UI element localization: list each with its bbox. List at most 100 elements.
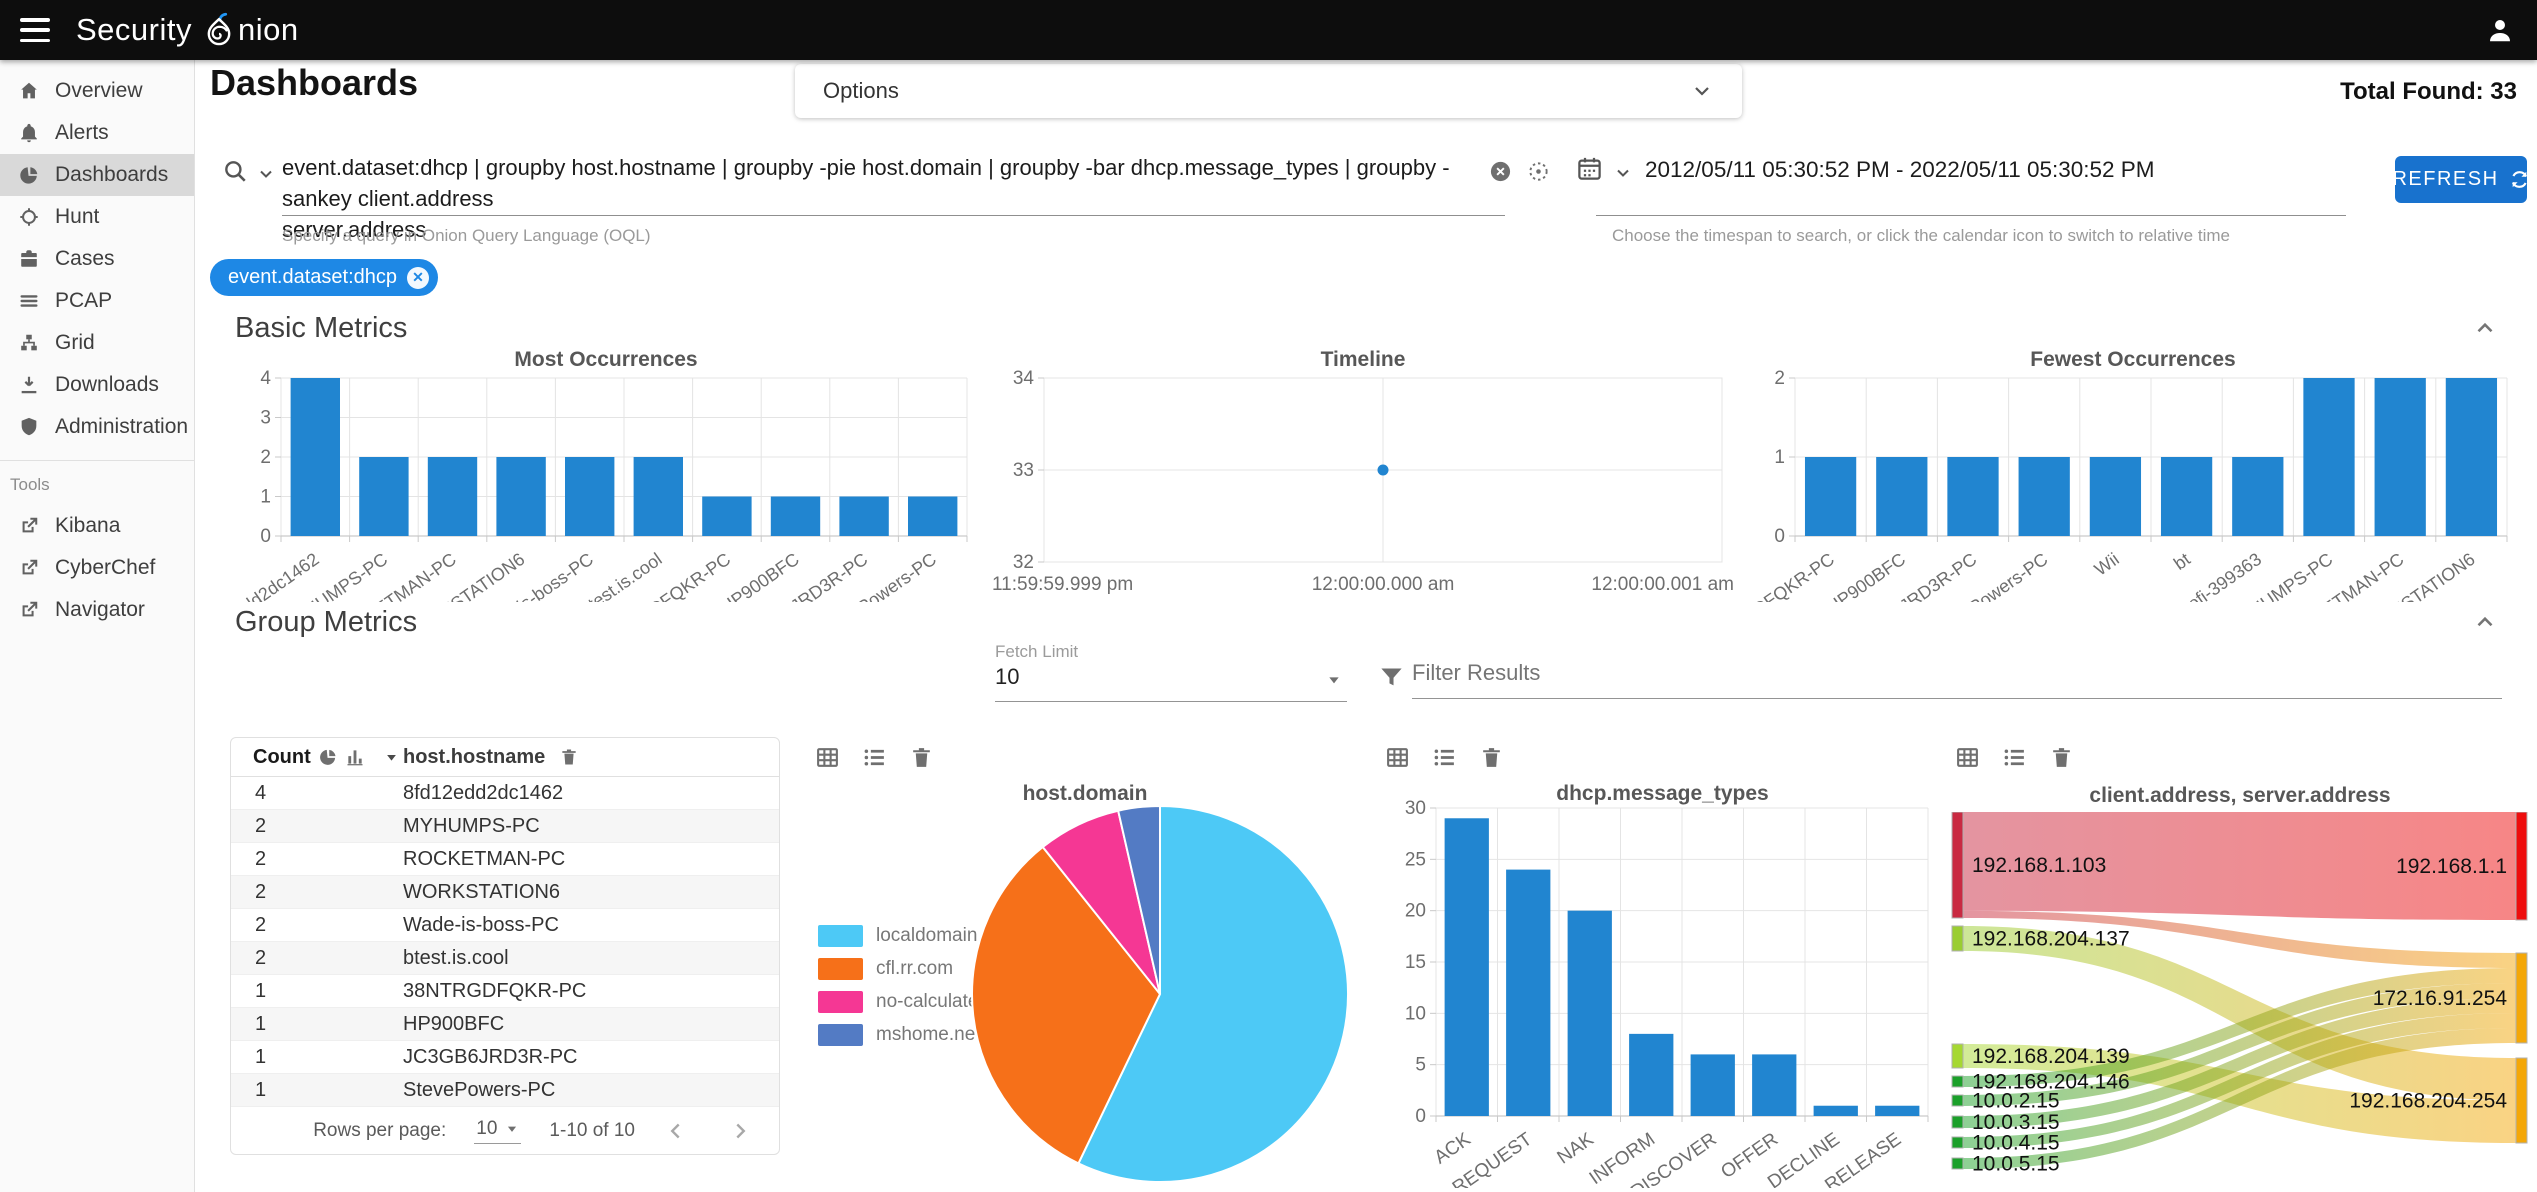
basic-metrics-charts: Most Occurrences 0 1 2 3 4 8fd12edd2dc1462 MYH… xyxy=(193,348,2517,660)
sidebar-tool-cyberchef[interactable]: CyberChef xyxy=(0,547,194,589)
list-view-icon[interactable] xyxy=(1432,745,1457,770)
sidebar-item-downloads[interactable]: Downloads xyxy=(0,364,194,406)
sidebar-item-label: Administration xyxy=(55,415,189,438)
delete-viz-trash-icon[interactable] xyxy=(909,745,934,770)
sidebar-item-pcap[interactable]: PCAP xyxy=(0,280,194,322)
table-row[interactable]: 2 WORKSTATION6 xyxy=(231,876,779,909)
timespan-chevron-down-icon[interactable] xyxy=(1613,163,1633,183)
fewest-occurrences-chart: 01238NTRGDFQKR-PCHP900BFCJC3GB6JRD3R-PCS… xyxy=(1691,368,2517,660)
menu-icon[interactable] xyxy=(20,18,50,42)
table-view-icon[interactable] xyxy=(1955,745,1980,770)
user-icon[interactable] xyxy=(2485,15,2515,45)
column-header-count[interactable]: Count xyxy=(253,746,311,769)
fetch-limit-label: Fetch Limit xyxy=(995,642,1079,661)
remove-groupby-trash-icon[interactable] xyxy=(559,747,579,767)
security-onion-dashboards-page: Security nion Overview Alerts Dashboards Hu… xyxy=(0,0,2537,1192)
table-row[interactable]: 1 StevePowers-PC xyxy=(231,1074,779,1107)
svg-text:32: 32 xyxy=(1013,552,1034,573)
sidebar-item-overview[interactable]: Overview xyxy=(0,70,194,112)
shield-icon xyxy=(21,417,37,436)
sidebar-tool-kibana[interactable]: Kibana xyxy=(0,505,194,547)
sidebar-tool-navigator[interactable]: Navigator xyxy=(0,589,194,631)
query-underline xyxy=(282,215,1505,216)
delete-viz-trash-icon[interactable] xyxy=(1479,745,1504,770)
fewest-occurrences-card: Fewest Occurrences 0 1 2 38NTRGDFQKR-PCHP90… xyxy=(1691,348,2517,660)
query-chevron-down-icon[interactable] xyxy=(256,164,276,184)
sidebar-tool-label: CyberChef xyxy=(55,556,156,579)
sidebar-item-hunt[interactable]: Hunt xyxy=(0,196,194,238)
refresh-button[interactable]: REFRESH xyxy=(2392,156,2527,203)
svg-text:192.168.204.139: 192.168.204.139 xyxy=(1972,1045,2130,1068)
query-actions-icon[interactable] xyxy=(1527,160,1550,183)
next-page-icon[interactable] xyxy=(727,1118,753,1144)
svg-text:34: 34 xyxy=(1013,370,1035,389)
list-view-icon[interactable] xyxy=(862,745,887,770)
rows-per-page-select[interactable]: 10 xyxy=(474,1118,522,1144)
svg-text:2: 2 xyxy=(1774,370,1785,389)
bar-chart-toggle-icon[interactable] xyxy=(345,747,365,767)
basic-metrics-heading: Basic Metrics xyxy=(235,312,408,344)
most-occurrences-card: Most Occurrences 0 1 2 3 4 8fd12edd2dc1462 MYH… xyxy=(193,348,977,660)
filter-chip[interactable]: event.dataset:dhcp ✕ xyxy=(210,259,439,296)
svg-text:2: 2 xyxy=(260,447,271,468)
sidebar: Overview Alerts Dashboards Hunt Cases PCAP Gri… xyxy=(0,60,195,1192)
timespan-input[interactable]: 2012/05/11 05:30:52 PM - 2022/05/11 05:3… xyxy=(1645,157,2155,183)
fetch-limit-select[interactable]: 10 xyxy=(995,664,1019,690)
table-row[interactable]: 1 JC3GB6JRD3R-PC xyxy=(231,1041,779,1074)
timeline-card: Timeline 32 33 34 11:59:59.999 pm 12:00:00.0… xyxy=(992,348,1734,602)
chip-remove-icon[interactable]: ✕ xyxy=(407,266,430,289)
table-row[interactable]: 1 HP900BFC xyxy=(231,1008,779,1041)
page-title: Dashboards xyxy=(210,62,419,103)
table-row[interactable]: 2 btest.is.cool xyxy=(231,942,779,975)
table-row[interactable]: 2 Wade-is-boss-PC xyxy=(231,909,779,942)
sidebar-item-alerts[interactable]: Alerts xyxy=(0,112,194,154)
client-server-sankey-chart: 192.168.1.103 192.168.204.137 192.168.204.… xyxy=(1950,811,2530,1186)
svg-text:30: 30 xyxy=(1405,800,1426,819)
filter-results-input[interactable] xyxy=(1412,660,2502,699)
pagination-range: 1-10 of 10 xyxy=(549,1119,635,1141)
table-row[interactable]: 2 MYHUMPS-PC xyxy=(231,810,779,843)
sidebar-item-grid[interactable]: Grid xyxy=(0,322,194,364)
table-row[interactable]: 4 8fd12edd2dc1462 xyxy=(231,777,779,810)
sidebar-item-administration[interactable]: Administration xyxy=(0,406,194,448)
onion-logo-icon xyxy=(207,12,231,46)
svg-text:12:00:00.001 am: 12:00:00.001 am xyxy=(1591,574,1734,595)
sidebar-item-cases[interactable]: Cases xyxy=(0,238,194,280)
table-body: 4 8fd12edd2dc1462 2 MYHUMPS-PC 2 ROCKETMAN-PC… xyxy=(231,777,779,1107)
sidebar-tool-items: Kibana CyberChef Navigator xyxy=(0,505,194,631)
external-link-icon xyxy=(22,517,38,533)
column-header-hostname[interactable]: host.hostname xyxy=(403,746,545,769)
svg-text:sourcefi-399363: sourcefi-399363 xyxy=(2148,549,2265,602)
sort-descending-icon[interactable] xyxy=(384,750,399,765)
table-row[interactable]: 1 38NTRGDFQKR-PC xyxy=(231,975,779,1008)
calendar-icon[interactable] xyxy=(1576,155,1603,182)
previous-page-icon[interactable] xyxy=(663,1118,689,1144)
table-view-icon[interactable] xyxy=(1385,745,1410,770)
delete-viz-trash-icon[interactable] xyxy=(2049,745,2074,770)
menu-lines-icon xyxy=(20,295,38,307)
cell-count: 2 xyxy=(255,847,267,870)
sidebar-item-dashboards[interactable]: Dashboards xyxy=(0,154,194,196)
cell-count: 1 xyxy=(255,1078,267,1101)
fetch-limit-caret-icon[interactable] xyxy=(1326,672,1342,688)
sidebar-item-label: PCAP xyxy=(55,289,113,312)
svg-text:1: 1 xyxy=(1774,447,1785,468)
cell-count: 2 xyxy=(255,946,267,969)
cell-count: 2 xyxy=(255,880,267,903)
cell-hostname: ROCKETMAN-PC xyxy=(403,847,566,870)
pie-chart-toggle-icon[interactable] xyxy=(318,747,338,767)
host-domain-pie-chart xyxy=(950,798,1370,1190)
cell-count: 1 xyxy=(255,979,267,1002)
list-view-icon[interactable] xyxy=(2002,745,2027,770)
table-row[interactable]: 2 ROCKETMAN-PC xyxy=(231,843,779,876)
cell-hostname: WORKSTATION6 xyxy=(403,880,561,903)
table-view-icon[interactable] xyxy=(815,745,840,770)
sidebar-item-label: Downloads xyxy=(55,373,159,396)
clear-query-icon[interactable] xyxy=(1489,160,1512,183)
group-metrics-collapse-icon[interactable] xyxy=(2472,609,2498,635)
basic-metrics-collapse-icon[interactable] xyxy=(2472,315,2498,341)
sidebar-item-label: Alerts xyxy=(55,121,109,144)
svg-text:4: 4 xyxy=(260,370,271,389)
crosshair-icon xyxy=(20,208,38,226)
options-panel[interactable]: Options xyxy=(795,64,1742,118)
